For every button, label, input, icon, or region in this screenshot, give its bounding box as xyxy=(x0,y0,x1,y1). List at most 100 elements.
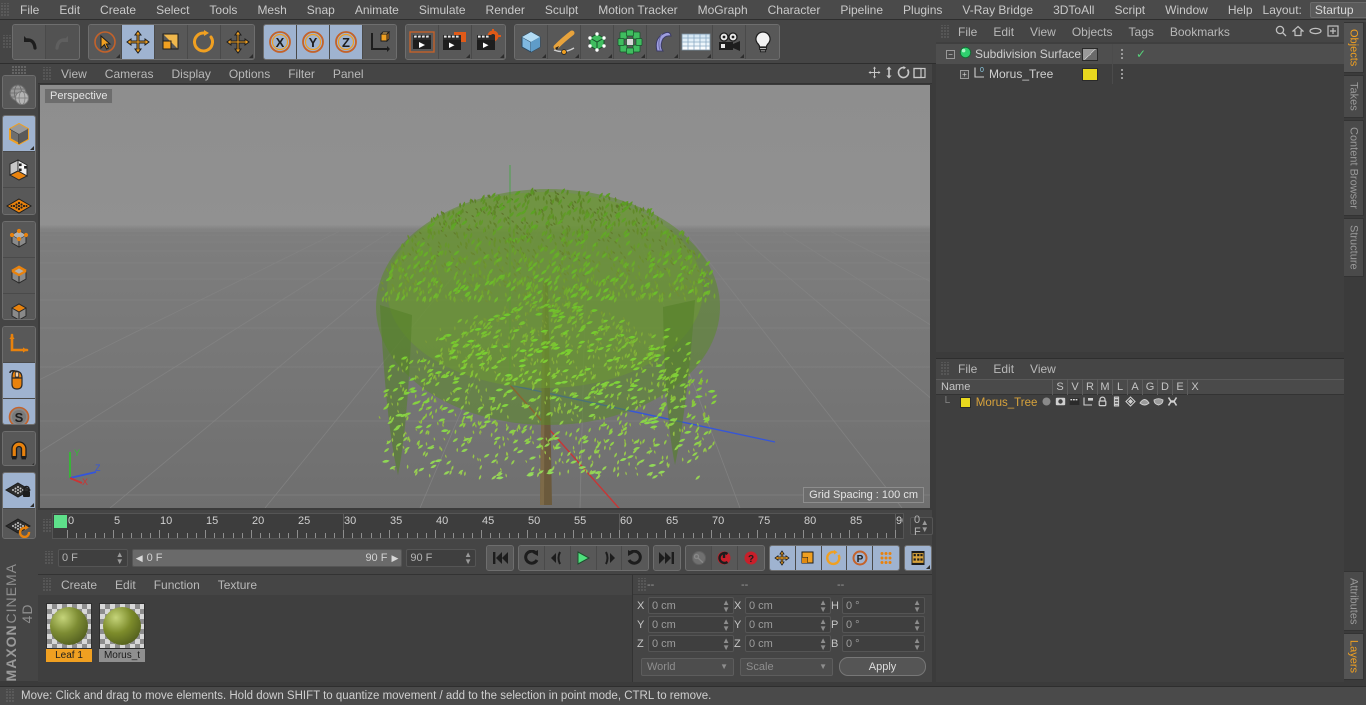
maximize-viewport-icon[interactable] xyxy=(913,66,926,82)
layer-menu-edit[interactable]: Edit xyxy=(985,359,1022,379)
redo-button[interactable] xyxy=(46,24,79,59)
timeline-mode-button[interactable] xyxy=(905,546,932,570)
animation-icon[interactable] xyxy=(1111,396,1122,410)
material-label[interactable]: Morus_t xyxy=(99,649,145,662)
layer-column-x[interactable]: X xyxy=(1187,379,1202,395)
material-menu-texture[interactable]: Texture xyxy=(209,575,266,595)
visibility-dots[interactable] xyxy=(1121,69,1123,79)
menu-render[interactable]: Render xyxy=(476,0,535,20)
vtab-layers[interactable]: Layers xyxy=(1344,632,1364,680)
axis-modify-icon[interactable] xyxy=(3,326,35,363)
layer-name[interactable]: Morus_Tree xyxy=(976,397,1038,409)
vtab-attributes[interactable]: Attributes xyxy=(1344,570,1364,631)
bend-object-button[interactable] xyxy=(647,24,680,59)
coordinates-grip[interactable] xyxy=(637,577,647,592)
menu-pipeline[interactable]: Pipeline xyxy=(830,0,893,20)
search-icon[interactable] xyxy=(1275,25,1287,40)
object-menu-tags[interactable]: Tags xyxy=(1121,22,1162,42)
parameter-key-button[interactable]: P xyxy=(847,546,874,570)
material-label[interactable]: Leaf 1 xyxy=(46,649,92,662)
menu-plugins[interactable]: Plugins xyxy=(893,0,952,20)
workplane-lock-icon[interactable] xyxy=(3,472,35,509)
pan-icon[interactable] xyxy=(868,66,881,82)
light-bulb-button[interactable] xyxy=(746,24,779,59)
left-toolbar-grip[interactable] xyxy=(12,66,26,75)
size-field[interactable]: 0 cm ▲ ▼ xyxy=(745,635,831,652)
axis-x-button[interactable]: X xyxy=(264,24,297,59)
position-key-button[interactable] xyxy=(769,546,796,570)
object-row[interactable]: +0 Morus_Tree xyxy=(936,64,1344,84)
deformer-array-button[interactable] xyxy=(614,24,647,59)
layer-column-m[interactable]: M xyxy=(1097,379,1112,395)
spinner-icon[interactable]: ▲ ▼ xyxy=(819,617,827,632)
preview-range-bar[interactable]: ◀ 0 F 90 F ▶ xyxy=(131,549,403,567)
viewport-menu-view[interactable]: View xyxy=(52,64,96,84)
play-button[interactable] xyxy=(570,546,597,570)
layer-menu-file[interactable]: File xyxy=(950,359,985,379)
go-to-start-button[interactable] xyxy=(487,546,513,570)
scene-floor-button[interactable] xyxy=(680,24,713,59)
vtab-takes[interactable]: Takes xyxy=(1344,75,1364,119)
object-menu-bookmarks[interactable]: Bookmarks xyxy=(1162,22,1238,42)
step-back-button[interactable] xyxy=(544,546,571,570)
scale-key-button[interactable] xyxy=(795,546,822,570)
menu-select[interactable]: Select xyxy=(146,0,199,20)
lock-icon[interactable] xyxy=(1097,396,1108,410)
step-forward-button[interactable] xyxy=(596,546,623,570)
menu-3dtoall[interactable]: 3DToAll xyxy=(1043,0,1104,20)
material-thumbnail[interactable] xyxy=(46,603,92,649)
material-menu-function[interactable]: Function xyxy=(145,575,209,595)
layer-column-a[interactable]: A xyxy=(1127,379,1142,395)
layer-menu-view[interactable]: View xyxy=(1022,359,1064,379)
menu-v-ray-bridge[interactable]: V-Ray Bridge xyxy=(952,0,1043,20)
size-field[interactable]: 0 cm ▲ ▼ xyxy=(745,597,831,614)
undo-view-icon[interactable] xyxy=(3,76,35,109)
polygon-grid-icon[interactable] xyxy=(3,188,35,214)
spinner-icon[interactable]: ▲ ▼ xyxy=(913,617,921,632)
xref-icon[interactable] xyxy=(1167,396,1178,410)
vtab-objects[interactable]: Objects xyxy=(1344,22,1364,74)
material-thumbnail[interactable] xyxy=(99,603,145,649)
menu-edit[interactable]: Edit xyxy=(49,0,90,20)
spinner-icon[interactable]: ▲ ▼ xyxy=(116,551,124,566)
menu-tools[interactable]: Tools xyxy=(199,0,247,20)
polygons-mode-icon[interactable] xyxy=(3,293,35,319)
rotate-view-icon[interactable] xyxy=(897,65,910,82)
layer-column-s[interactable]: S xyxy=(1052,379,1067,395)
expression-icon[interactable] xyxy=(1153,396,1164,410)
menu-motion-tracker[interactable]: Motion Tracker xyxy=(588,0,687,20)
layer-color-swatch[interactable] xyxy=(959,397,971,408)
material-menu-edit[interactable]: Edit xyxy=(106,575,145,595)
toolbar-grip[interactable] xyxy=(2,34,12,49)
spinner-icon[interactable]: ▲ ▼ xyxy=(913,636,921,651)
model-mode-icon[interactable] xyxy=(3,116,35,153)
workplane-rotate-icon[interactable] xyxy=(3,508,35,538)
edges-mode-icon[interactable] xyxy=(3,257,35,294)
spline-pen-button[interactable] xyxy=(548,24,581,59)
material-menu-create[interactable]: Create xyxy=(52,575,106,595)
spinner-icon[interactable]: ▲ ▼ xyxy=(921,519,929,534)
object-tag-swatch[interactable] xyxy=(1082,47,1098,61)
select-tool-button[interactable] xyxy=(89,24,122,59)
menu-character[interactable]: Character xyxy=(758,0,831,20)
render-view-button[interactable] xyxy=(406,24,439,59)
spinner-icon[interactable]: ▲ ▼ xyxy=(819,598,827,613)
generator-icon[interactable] xyxy=(1125,395,1137,410)
menu-animate[interactable]: Animate xyxy=(345,0,409,20)
material-menu-grip[interactable] xyxy=(42,578,52,592)
manager-icon[interactable] xyxy=(1083,396,1094,410)
points-mode-icon[interactable] xyxy=(3,221,35,258)
record-keyframe-button[interactable] xyxy=(686,546,713,570)
texture-mode-icon[interactable] xyxy=(3,152,35,189)
layer-column-e[interactable]: E xyxy=(1172,379,1187,395)
layer-column-d[interactable]: D xyxy=(1157,379,1172,395)
layer-column-name[interactable]: Name xyxy=(936,381,1052,393)
viewport-menu-grip[interactable] xyxy=(42,66,52,81)
layer-column-r[interactable]: R xyxy=(1082,379,1097,395)
rotation-field[interactable]: 0 ° ▲ ▼ xyxy=(842,635,925,652)
viewport-3d-scene[interactable]: Perspective Grid Spacing : 100 cm Y Z X xyxy=(40,85,930,508)
range-left-arrow-icon[interactable]: ◀ xyxy=(136,553,143,564)
expand-icon[interactable] xyxy=(1327,24,1339,40)
menu-file[interactable]: File xyxy=(10,0,49,20)
expand-toggle[interactable]: + xyxy=(960,69,969,79)
